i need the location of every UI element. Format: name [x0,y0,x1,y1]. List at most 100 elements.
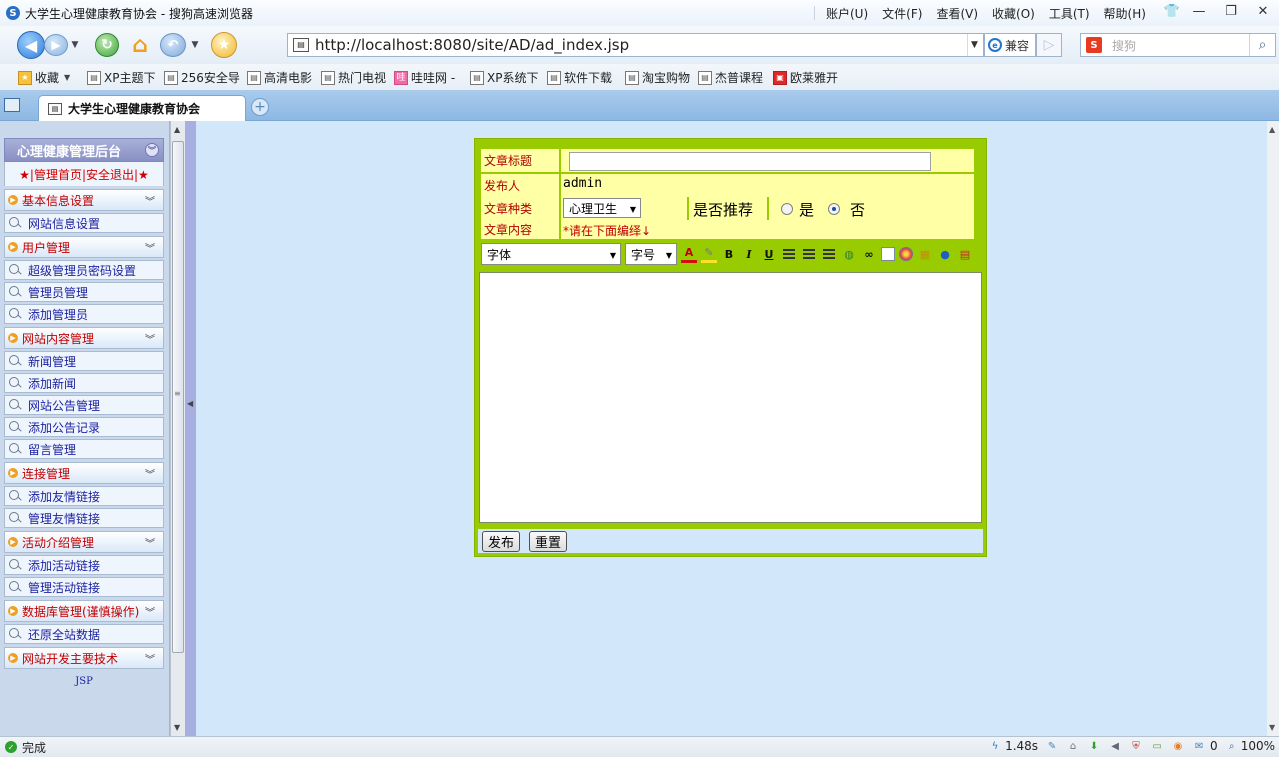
menu-help[interactable]: 帮助(H) [1097,5,1153,22]
lightning-icon[interactable]: ϟ [988,739,1002,753]
section-activity-management[interactable]: ▶ 活动介绍管理 ︾ [4,531,164,553]
sidebar-item-add-admin[interactable]: 添加管理员 [4,304,164,324]
collapse-icon[interactable]: ︾ [145,143,159,157]
scroll-up-icon[interactable]: ▲ [174,125,180,134]
bookmark-item[interactable]: ▤ 淘宝购物 [625,69,690,86]
reset-button[interactable]: 重置 [529,531,567,552]
italic-icon[interactable]: I [741,246,757,262]
sidebar-item-notice-management[interactable]: 网站公告管理 [4,395,164,415]
search-icon[interactable]: ⌕ [1249,34,1275,56]
history-dropdown-icon[interactable]: ▼ [70,40,80,50]
mouse-icon[interactable]: ⌂ [1066,739,1080,753]
sidebar-item-add-activity-link[interactable]: 添加活动链接 [4,555,164,575]
bookmark-item[interactable]: ▣ 欧莱雅开 [773,69,838,86]
align-right-icon[interactable] [821,246,837,262]
content-textarea[interactable] [479,272,982,523]
section-database-management[interactable]: ▶ 数据库管理(谨慎操作) ︾ [4,600,164,622]
download-icon[interactable]: ⬇ [1087,739,1101,753]
menu-favorites[interactable]: 收藏(O) [985,5,1042,22]
zoom-icon[interactable]: ⌕ [1225,739,1239,753]
zoom-level[interactable]: 100% [1241,739,1275,753]
address-dropdown-icon[interactable]: ▼ [967,34,981,56]
close-button[interactable]: ✕ [1247,0,1279,22]
image-icon[interactable] [881,247,895,261]
undo-dropdown-icon[interactable]: ▼ [190,40,200,50]
sidebar-item-add-friend-link[interactable]: 添加友情链接 [4,486,164,506]
page-scrollbar[interactable]: ▲ ▼ [1267,121,1279,736]
bookmark-item[interactable]: ▤ XP系统下 [470,69,538,86]
menu-file[interactable]: 文件(F) [875,5,929,22]
skin-icon[interactable]: 👕 [1161,0,1183,22]
scroll-down-icon[interactable]: ▼ [174,723,180,732]
source-code-icon[interactable]: ▤ [957,246,973,262]
compat-mode-button[interactable]: e 兼容 [984,33,1036,57]
size-select[interactable]: 字号 ▼ [625,243,677,265]
minimize-button[interactable]: — [1183,0,1215,22]
bold-icon[interactable]: B [721,246,737,262]
sidebar-toggle-icon[interactable] [4,98,20,112]
sidebar-item-super-admin-password[interactable]: 超级管理员密码设置 [4,260,164,280]
bookmark-item[interactable]: ▤ XP主题下 [87,69,155,86]
shield-icon[interactable]: ⛨ [1129,739,1143,753]
font-select[interactable]: 字体 ▼ [481,243,621,265]
home-button[interactable]: ⌂ [127,32,153,58]
tab-current[interactable]: ▤ 大学生心理健康教育协会 [38,95,246,121]
comment-icon[interactable]: ● [937,246,953,262]
scroll-up-icon[interactable]: ▲ [1269,125,1275,134]
sidebar-item-news-management[interactable]: 新闻管理 [4,351,164,371]
menu-account[interactable]: 账户(U) [819,5,875,22]
table-icon[interactable]: ▦ [917,246,933,262]
highlight-icon[interactable]: ✎ [701,246,717,263]
sidebar-item-manage-activity-link[interactable]: 管理活动链接 [4,577,164,597]
forward-button[interactable]: ▶ [44,34,68,56]
go-button[interactable]: ▷ [1036,33,1062,57]
message-icon[interactable]: ✉ [1192,739,1206,753]
recommend-yes-radio[interactable] [781,203,793,215]
underline-icon[interactable]: U [761,246,777,262]
recommend-no-radio[interactable] [828,203,840,215]
sidebar-scrollbar[interactable]: ▲ ≡ ▼ [170,121,185,736]
sidebar-top-links[interactable]: ★|管理首页|安全退出|★ [4,162,164,186]
back-button[interactable]: ◀ [17,31,45,59]
title-input[interactable] [569,152,931,171]
sidebar-item-restore-data[interactable]: 还原全站数据 [4,624,164,644]
pen-icon[interactable]: ✎ [1045,739,1059,753]
category-select[interactable]: 心理卫生 ▼ [563,198,641,218]
volume-icon[interactable]: ◀ [1108,739,1122,753]
bookmark-item[interactable]: ▤ 高清电影 [247,69,312,86]
restore-button[interactable]: ❐ [1215,0,1247,22]
media-icon[interactable] [899,247,913,261]
refresh-button[interactable]: ↻ [95,33,119,57]
search-box[interactable]: S 搜狗 ⌕ [1080,33,1276,57]
sidebar-item-messages[interactable]: 留言管理 [4,439,164,459]
frame-divider[interactable]: ◀ [185,121,196,736]
bookmark-item[interactable]: ▤ 杰普课程 [698,69,763,86]
new-tab-button[interactable]: + [251,98,269,116]
bookmark-item[interactable]: ▤ 热门电视 [321,69,386,86]
globe-icon[interactable]: ◍ [841,246,857,262]
sidebar-item-add-notice[interactable]: 添加公告记录 [4,417,164,437]
address-bar[interactable]: ▤ http://localhost:8080/site/AD/ad_index… [287,33,984,57]
scroll-down-icon[interactable]: ▼ [1269,723,1275,732]
section-basic-info[interactable]: ▶ 基本信息设置 ︾ [4,189,164,211]
publish-button[interactable]: 发布 [482,531,520,552]
link-icon[interactable]: ∞ [861,246,877,262]
align-left-icon[interactable] [781,246,797,262]
section-dev-technology[interactable]: ▶ 网站开发主要技术 ︾ [4,647,164,669]
menu-tools[interactable]: 工具(T) [1042,5,1097,22]
screen-icon[interactable]: ▭ [1150,739,1164,753]
undo-close-button[interactable]: ↶ [160,33,186,57]
address-url[interactable]: http://localhost:8080/site/AD/ad_index.j… [315,36,629,54]
section-user-management[interactable]: ▶ 用户管理 ︾ [4,236,164,258]
bookmark-item[interactable]: 哇 哇哇网 - [394,69,455,86]
bookmark-item[interactable]: ▤ 软件下载 [547,69,612,86]
favorites-star-button[interactable]: ★ [211,32,237,58]
menu-view[interactable]: 查看(V) [929,5,985,22]
bookmark-favorites-menu[interactable]: ★ 收藏 ▼ [18,69,70,86]
sidebar-item-add-news[interactable]: 添加新闻 [4,373,164,393]
font-color-icon[interactable]: A [681,246,697,263]
sidebar-item-manage-friend-link[interactable]: 管理友情链接 [4,508,164,528]
section-content-management[interactable]: ▶ 网站内容管理 ︾ [4,327,164,349]
bookmark-item[interactable]: ▤ 256安全导 [164,69,240,86]
collapse-left-icon[interactable]: ◀ [187,399,193,408]
